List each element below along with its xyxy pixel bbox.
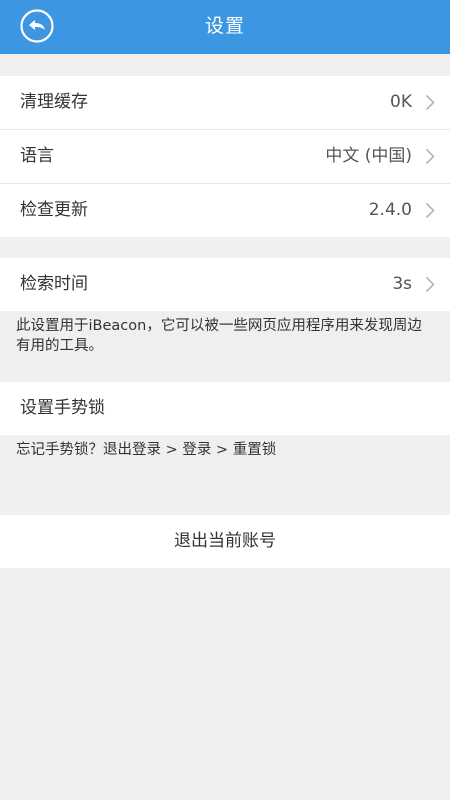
clear-cache-row[interactable]: 清理缓存 0K: [0, 76, 450, 130]
cache-size-value: 0K: [390, 92, 412, 112]
chevron-right-icon: [425, 276, 435, 293]
gesture-lock-row[interactable]: 设置手势锁: [0, 382, 450, 435]
search-time-row[interactable]: 检索时间 3s: [0, 258, 450, 311]
chevron-right-icon: [425, 202, 435, 219]
ibeacon-description: 此设置用于iBeacon，它可以被一些网页应用程序用来发现周边有用的工具。: [16, 318, 422, 354]
check-update-row[interactable]: 检查更新 2.4.0: [0, 184, 450, 237]
language-row[interactable]: 语言 中文 (中国): [0, 130, 450, 184]
gesture-settings-group: 设置手势锁: [0, 382, 450, 435]
language-value: 中文 (中国): [325, 146, 412, 166]
check-update-label: 检查更新: [20, 200, 88, 220]
search-settings-group: 检索时间 3s: [0, 258, 450, 311]
clear-cache-label: 清理缓存: [20, 92, 88, 112]
app-header: 设置: [0, 0, 450, 54]
general-settings-group: 清理缓存 0K 语言 中文 (中国) 检查更新 2.4.0: [0, 76, 450, 237]
chevron-right-icon: [425, 148, 435, 165]
logout-button[interactable]: 退出当前账号: [0, 515, 450, 568]
search-time-label: 检索时间: [20, 274, 88, 294]
logout-label: 退出当前账号: [174, 531, 276, 551]
gesture-lock-label: 设置手势锁: [20, 398, 105, 418]
version-value: 2.4.0: [368, 200, 412, 220]
page-title: 设置: [204, 15, 245, 37]
language-label: 语言: [20, 146, 54, 166]
search-time-value: 3s: [392, 274, 412, 294]
gesture-lock-hint: 忘记手势锁？退出登录 > 登录 > 重置锁: [16, 442, 277, 458]
chevron-right-icon: [425, 94, 435, 111]
